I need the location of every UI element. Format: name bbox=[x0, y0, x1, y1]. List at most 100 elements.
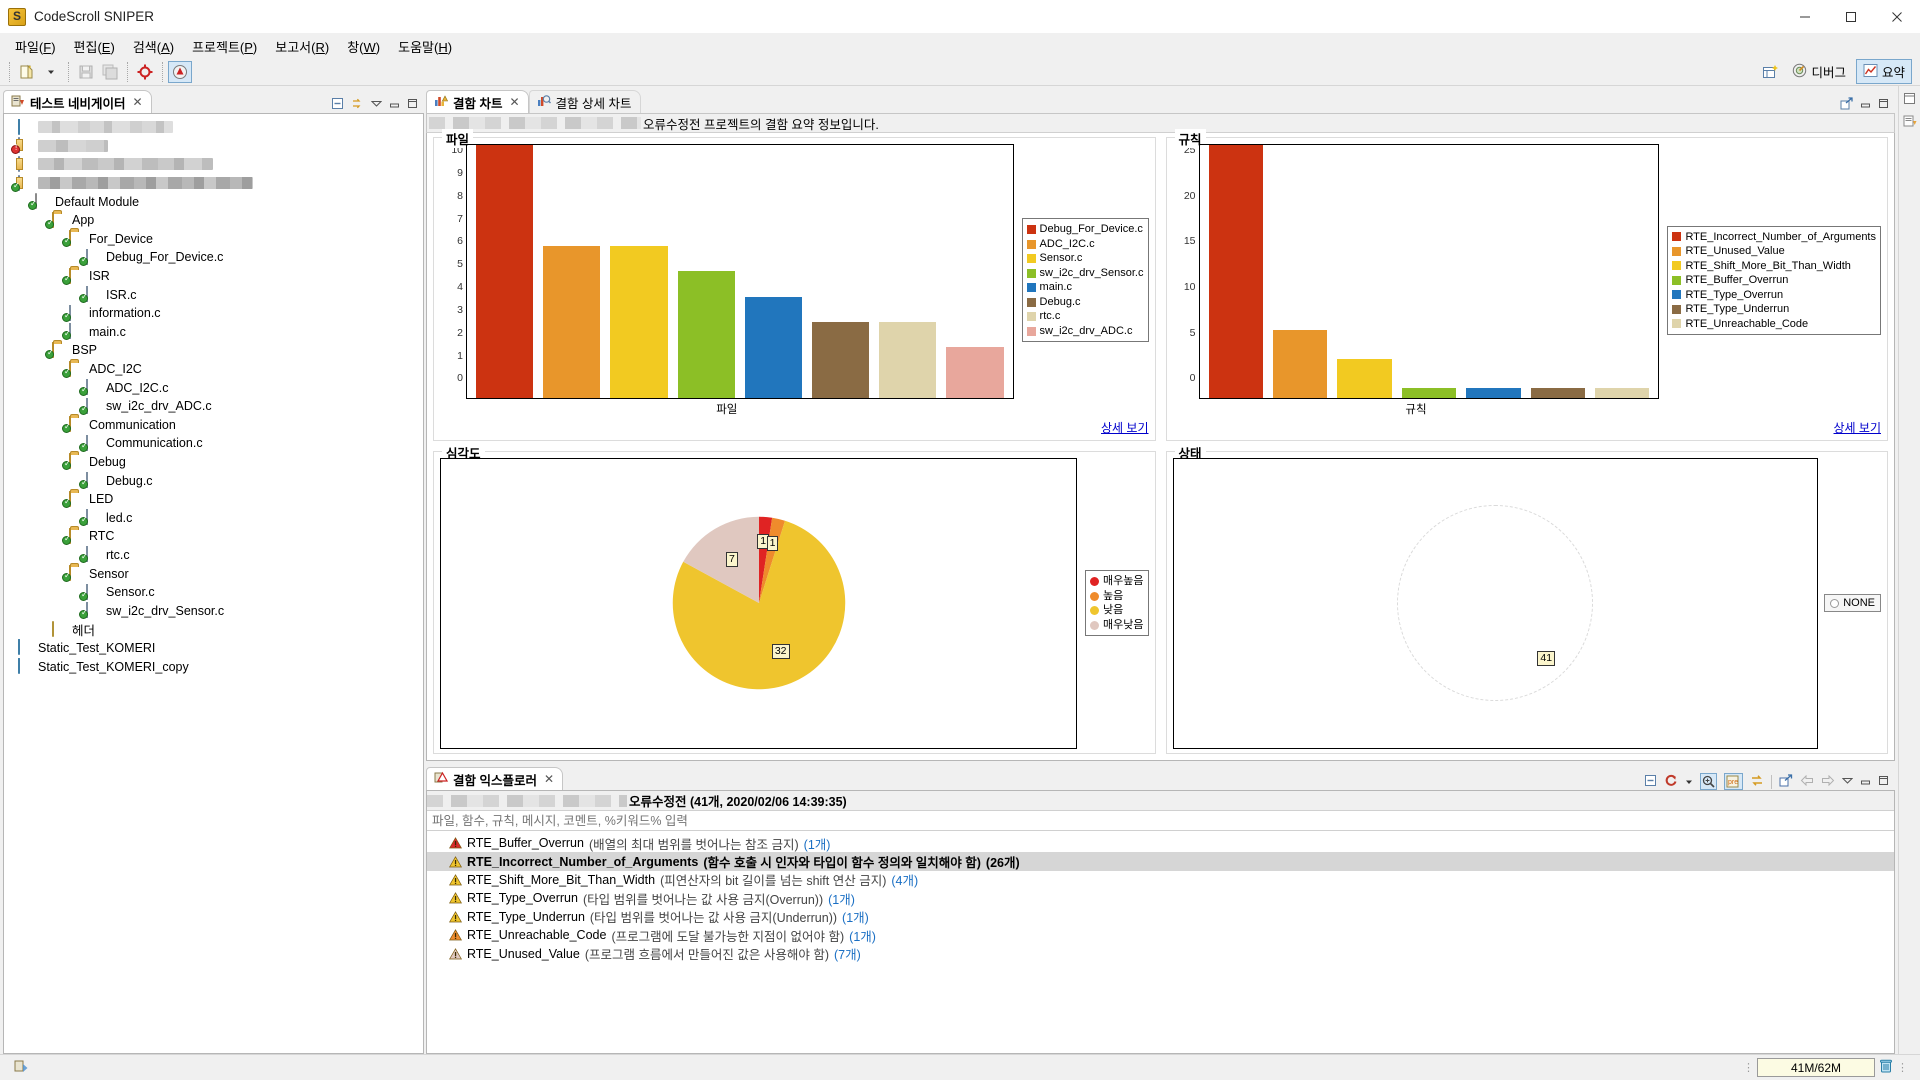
pie-slice[interactable] bbox=[1397, 505, 1594, 702]
menu-help[interactable]: 도움말(H) bbox=[389, 35, 461, 58]
defect-list-item[interactable]: RTE_Incorrect_Number_of_Arguments (함수 호출 … bbox=[427, 852, 1894, 871]
tree-item[interactable]: sw_i2c_drv_ADC.c bbox=[4, 397, 423, 416]
minimize-icon[interactable] bbox=[1860, 98, 1871, 112]
tab-test-navigator[interactable]: 테스트 네비게이터 ✕ bbox=[3, 90, 152, 113]
menu-search[interactable]: 검색(A) bbox=[124, 35, 183, 58]
close-icon[interactable]: ✕ bbox=[544, 772, 554, 786]
outline-view-icon[interactable] bbox=[1903, 114, 1917, 131]
analyze-icon[interactable] bbox=[168, 60, 192, 83]
bar[interactable] bbox=[1401, 387, 1457, 398]
bar[interactable] bbox=[744, 296, 802, 398]
tree-item[interactable]: App bbox=[4, 211, 423, 230]
tree-item[interactable]: For_Device bbox=[4, 230, 423, 249]
defect-list-item[interactable]: RTE_Unused_Value (프로그램 흐름에서 만들어진 값은 사용해야 … bbox=[427, 944, 1894, 962]
tree-item[interactable] bbox=[4, 155, 423, 174]
dropdown-arrow-icon[interactable] bbox=[39, 61, 63, 83]
bar[interactable] bbox=[543, 246, 601, 398]
bar[interactable] bbox=[946, 347, 1004, 398]
minimize-icon[interactable] bbox=[1860, 775, 1871, 789]
dropdown-arrow-icon[interactable] bbox=[1685, 775, 1693, 789]
minimize-button[interactable] bbox=[1782, 0, 1828, 34]
tree-item[interactable]: ISR.c bbox=[4, 285, 423, 304]
bar[interactable] bbox=[1272, 329, 1328, 398]
tree-item[interactable] bbox=[4, 118, 423, 137]
link-editor-icon[interactable] bbox=[351, 97, 364, 113]
minimize-icon[interactable] bbox=[389, 98, 400, 112]
tree-item[interactable]: sw_i2c_drv_Sensor.c bbox=[4, 601, 423, 620]
maximize-icon[interactable] bbox=[407, 98, 418, 112]
explorer-filter-row[interactable] bbox=[427, 811, 1894, 831]
save-all-icon[interactable] bbox=[98, 61, 122, 83]
tab-defect-detail-chart[interactable]: 결함 상세 차트 bbox=[528, 90, 641, 113]
navigator-body[interactable]: Default Module App For_Device Debug_For_Dev… bbox=[3, 113, 424, 1054]
tree-item[interactable]: RTC bbox=[4, 527, 423, 546]
bar[interactable] bbox=[1337, 358, 1392, 398]
defect-list-item[interactable]: RTE_Type_Overrun (타입 범위를 벗어나는 값 사용 금지(Ove… bbox=[427, 889, 1894, 907]
tree-item[interactable]: Sensor bbox=[4, 564, 423, 583]
refresh-icon[interactable] bbox=[1664, 773, 1678, 790]
view-menu-icon[interactable] bbox=[1841, 775, 1854, 789]
defect-list-item[interactable]: RTE_Type_Underrun (타입 범위를 벗어나는 값 사용 금지(Un… bbox=[427, 908, 1894, 926]
perspective-debug[interactable]: 디버그 bbox=[1786, 60, 1852, 83]
open-external-icon[interactable] bbox=[1779, 773, 1793, 790]
filter-input[interactable] bbox=[430, 812, 1894, 829]
back-arrow-icon[interactable] bbox=[1800, 774, 1814, 789]
tree-item[interactable]: 헤더 bbox=[4, 620, 423, 639]
tree-item[interactable]: led.c bbox=[4, 508, 423, 527]
export-icon[interactable] bbox=[1840, 97, 1853, 113]
pre-icon[interactable]: pre bbox=[1724, 773, 1743, 790]
tree-item[interactable]: Default Module bbox=[4, 192, 423, 211]
trash-icon[interactable] bbox=[1878, 1058, 1894, 1077]
defect-list-item[interactable]: RTE_Shift_More_Bit_Than_Width (피연산자의 bit … bbox=[427, 871, 1894, 889]
target-icon[interactable] bbox=[133, 61, 157, 83]
close-button[interactable] bbox=[1874, 0, 1920, 34]
tree-item[interactable]: ADC_I2C bbox=[4, 360, 423, 379]
view-menu-icon[interactable] bbox=[370, 98, 383, 112]
tree-item[interactable]: ADC_I2C.c bbox=[4, 378, 423, 397]
tree-item[interactable]: Static_Test_KOMERI_copy bbox=[4, 657, 423, 676]
bar[interactable] bbox=[1208, 145, 1263, 398]
bar[interactable] bbox=[811, 321, 870, 398]
bar[interactable] bbox=[610, 246, 668, 398]
bar[interactable] bbox=[1530, 387, 1586, 398]
defect-list-item[interactable]: RTE_Buffer_Overrun (배열의 최대 범위를 벗어나는 참조 금지… bbox=[427, 834, 1894, 852]
restore-view-icon[interactable] bbox=[1903, 92, 1916, 108]
maximize-button[interactable] bbox=[1828, 0, 1874, 34]
collapse-all-icon[interactable] bbox=[331, 97, 344, 113]
tree-item[interactable]: Communication.c bbox=[4, 434, 423, 453]
collapse-all-icon[interactable] bbox=[1644, 774, 1657, 790]
tree-item[interactable]: ISR bbox=[4, 267, 423, 286]
menu-edit[interactable]: 편집(E) bbox=[65, 35, 124, 58]
tree-item[interactable]: Debug.c bbox=[4, 471, 423, 490]
tree-item[interactable]: BSP bbox=[4, 341, 423, 360]
new-icon[interactable] bbox=[15, 61, 39, 83]
sync-icon[interactable] bbox=[1750, 774, 1764, 790]
tree-item[interactable]: Communication bbox=[4, 416, 423, 435]
heap-indicator[interactable]: 41M/62M bbox=[1757, 1058, 1875, 1077]
menu-file[interactable]: 파일(F) bbox=[6, 35, 65, 58]
tree-item[interactable]: Sensor.c bbox=[4, 583, 423, 602]
save-icon[interactable] bbox=[74, 61, 98, 83]
tab-defect-explorer[interactable]: 결함 익스플로러 ✕ bbox=[426, 767, 564, 790]
tree-item[interactable]: LED bbox=[4, 490, 423, 509]
tree-item[interactable] bbox=[4, 174, 423, 193]
bar[interactable] bbox=[879, 321, 937, 398]
bar[interactable] bbox=[476, 145, 534, 398]
new-perspective-icon[interactable] bbox=[1758, 61, 1782, 83]
perspective-summary[interactable]: 요약 bbox=[1855, 59, 1912, 84]
close-icon[interactable]: ✕ bbox=[132, 95, 142, 109]
defect-list-item[interactable]: RTE_Unreachable_Code (프로그램에 도달 불가능한 지점이 없… bbox=[427, 926, 1894, 944]
menu-window[interactable]: 창(W) bbox=[338, 35, 389, 58]
tree-item[interactable]: rtc.c bbox=[4, 546, 423, 565]
rule-chart-detail-link[interactable]: 상세 보기 bbox=[1834, 419, 1882, 436]
tree-item[interactable]: Debug bbox=[4, 453, 423, 472]
tree-item[interactable]: main.c bbox=[4, 323, 423, 342]
close-icon[interactable]: ✕ bbox=[509, 95, 519, 109]
bar[interactable] bbox=[1466, 387, 1521, 398]
maximize-icon[interactable] bbox=[1878, 98, 1889, 112]
bar[interactable] bbox=[677, 271, 735, 398]
forward-arrow-icon[interactable] bbox=[1821, 774, 1835, 789]
tree-item[interactable] bbox=[4, 137, 423, 156]
zoom-icon[interactable] bbox=[1700, 773, 1717, 790]
maximize-icon[interactable] bbox=[1878, 775, 1889, 789]
